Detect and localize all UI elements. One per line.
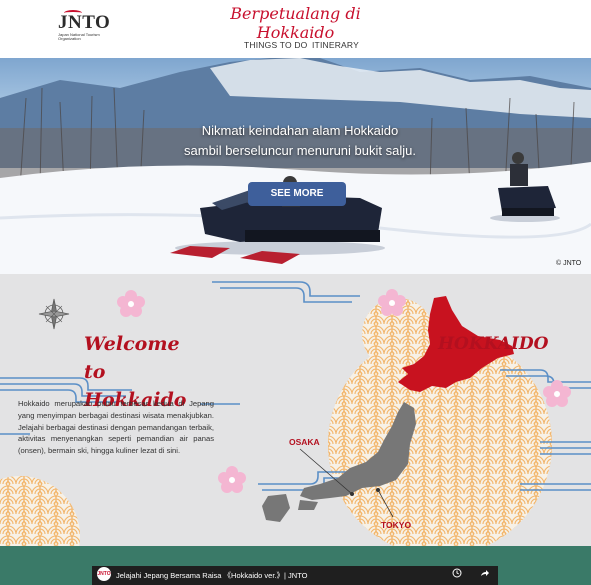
clock-icon[interactable] [452, 568, 462, 578]
welcome-section: Welcome to Hokkaido Hokkaido merupakan p… [0, 274, 591, 546]
welcome-body-text: Hokkaido merupakan pulau terbesar kedua … [18, 399, 214, 456]
logo-subtitle: Japan National Tourism Organization [58, 32, 100, 41]
osaka-pin [350, 492, 354, 496]
hokkaido-map-label: HOKKAIDO [438, 334, 549, 354]
hero-banner: Nikmati keindahan alam Hokkaido sambil b… [0, 58, 591, 274]
pattern-circle-bottom-texture [0, 476, 80, 546]
shikoku-map-shape [298, 500, 318, 510]
video-title[interactable]: Jelajahi Jepang Bersama Raisa 《Hokkaido … [116, 570, 307, 581]
site-title: Berpetualang di Hokkaido [230, 4, 361, 42]
tokyo-pin [376, 488, 380, 492]
osaka-map-label: OSAKA [289, 437, 320, 447]
see-more-button[interactable]: SEE MORE [248, 182, 346, 206]
main-nav: THINGS TO DO ITINERARY [240, 40, 360, 54]
welcome-title-line1: Welcome to [84, 333, 180, 383]
photo-credit: © JNTO [556, 260, 582, 267]
jnto-logo[interactable]: JNTO Japan National Tourism Organization [58, 10, 110, 46]
nav-itinerary[interactable]: ITINERARY [312, 40, 359, 50]
nav-things-to-do[interactable]: THINGS TO DO [244, 40, 307, 50]
hero-photo [0, 58, 591, 274]
channel-avatar[interactable]: JNTO [97, 567, 111, 581]
tokyo-map-label: TOKYO [381, 520, 412, 530]
share-icon[interactable] [480, 568, 490, 578]
logo-wordmark: JNTO [58, 12, 111, 33]
compass-icon [38, 298, 70, 330]
kyushu-map-shape [262, 494, 290, 522]
hero-headline: Nikmati keindahan alam Hokkaido sambil b… [130, 121, 470, 161]
hero-headline-line2: sambil berseluncur menuruni bukit salju. [184, 143, 416, 158]
hero-headline-line1: Nikmati keindahan alam Hokkaido [201, 123, 399, 138]
site-header: JNTO Japan National Tourism Organization… [0, 0, 591, 58]
